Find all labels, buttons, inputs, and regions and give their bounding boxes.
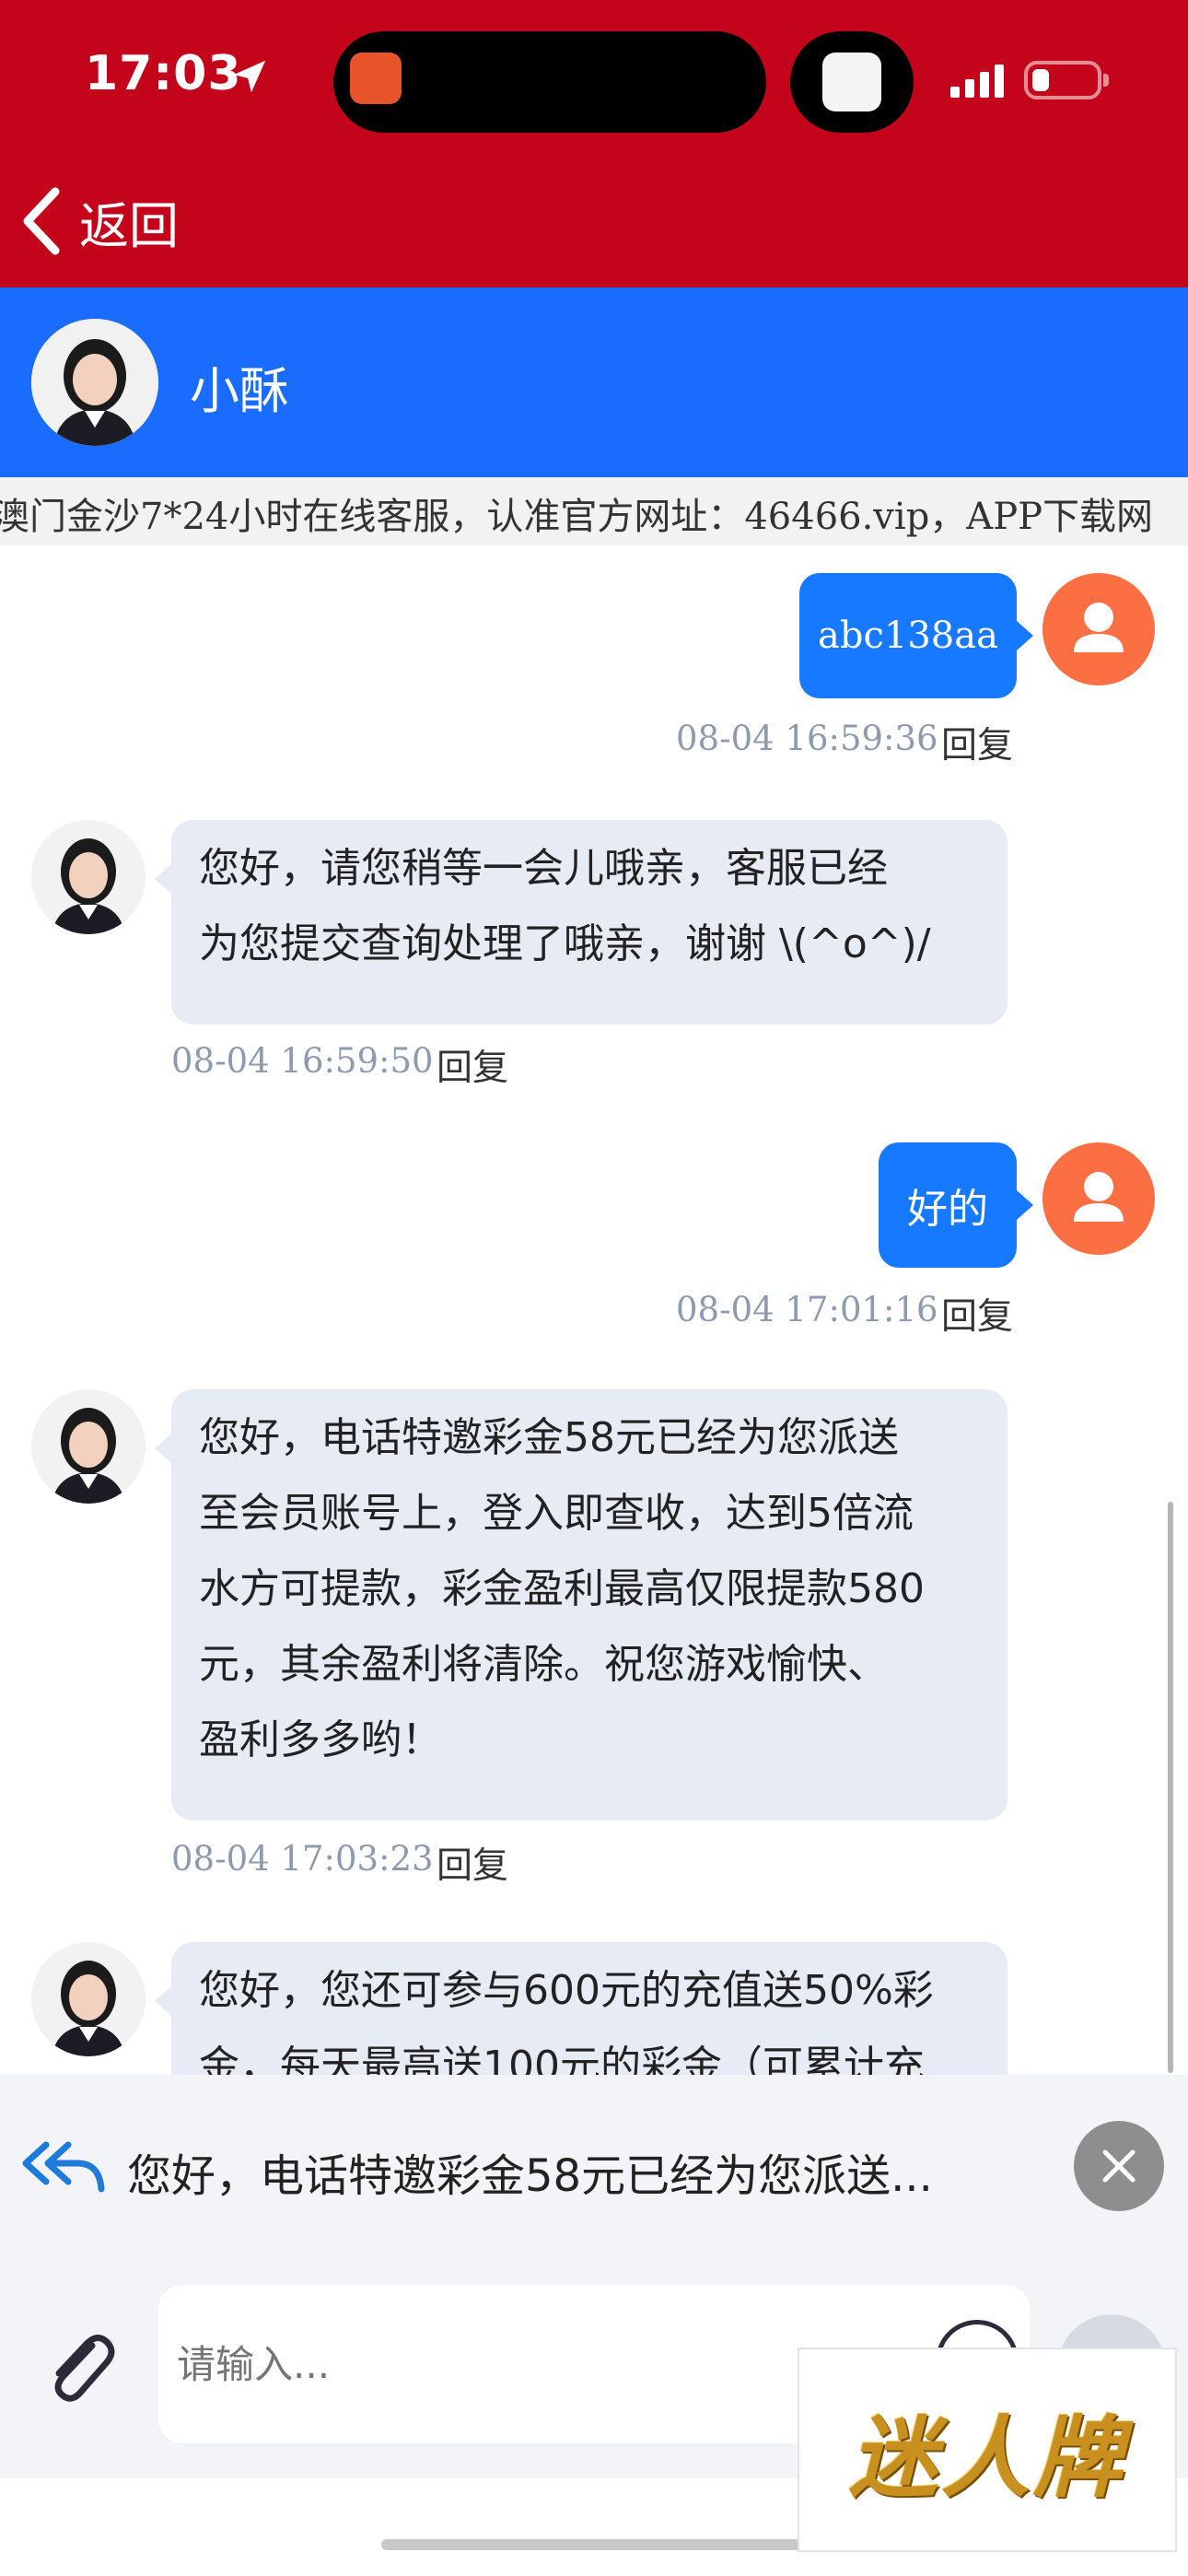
- announcement-marquee: 澳门金沙7*24小时在线客服，认准官方网址：46466.vip，APP下载网: [0, 477, 1188, 545]
- bubble-tail: [155, 1434, 171, 1463]
- reply-preview-text: 您好，电话特邀彩金58元已经为您派送...: [127, 2150, 933, 2202]
- message-bubble-incoming[interactable]: 您好，电话特邀彩金58元已经为您派送 至会员账号上，登入即查收，达到5倍流 水方…: [171, 1389, 1007, 1821]
- user-avatar: [1042, 573, 1155, 685]
- bubble-tail: [1017, 1190, 1033, 1220]
- bubble-tail: [155, 1986, 171, 2016]
- live-activity-app-icon-2: [822, 53, 881, 111]
- back-button[interactable]: 返回: [18, 175, 179, 267]
- location-arrow-icon: [233, 60, 266, 93]
- watermark-text: 迷人牌: [849, 2406, 1125, 2510]
- message-time: 08-04 17:01:16: [676, 1290, 938, 1329]
- scrollbar[interactable]: [1168, 1502, 1173, 2073]
- bubble-tail: [155, 864, 171, 894]
- back-label: 返回: [79, 196, 179, 255]
- cellular-signal-icon: [950, 64, 1004, 98]
- reply-button[interactable]: 回复: [941, 717, 1013, 768]
- battery-tip: [1103, 74, 1109, 87]
- agent-name: 小酥: [190, 362, 289, 420]
- announcement-text: 澳门金沙7*24小时在线客服，认准官方网址：46466.vip，APP下载网: [0, 496, 1154, 538]
- message-bubble-incoming[interactable]: 您好，请您稍等一会儿哦亲，客服已经 为您提交查询处理了哦亲，谢谢 \(^o^)/: [171, 820, 1007, 1025]
- reply-button[interactable]: 回复: [941, 1288, 1013, 1340]
- agent-header: [0, 287, 1188, 477]
- chat-screen: 17:03 返回 小酥 澳门金沙7*24小时在线客服，认准官方网址：46466.…: [0, 0, 1188, 2576]
- agent-message-avatar: [31, 820, 146, 934]
- agent-avatar: [31, 319, 158, 446]
- message-bubble-outgoing[interactable]: 好的: [879, 1142, 1017, 1268]
- reply-button[interactable]: 回复: [437, 1837, 508, 1889]
- user-avatar: [1042, 1142, 1155, 1255]
- message-text: 好的: [907, 1186, 988, 1233]
- user-person-icon: [1074, 1172, 1124, 1222]
- message-text: abc138aa: [818, 615, 998, 657]
- message-list[interactable]: abc138aa 08-04 16:59:36 回复 您好，请您稍等一会儿哦亲，…: [0, 545, 1188, 2075]
- message-bubble-incoming[interactable]: 您好，您还可参与600元的充值送50%彩 金，每天最高送100元的彩金（可累计充: [171, 1942, 1007, 2075]
- user-person-icon: [1074, 603, 1124, 652]
- status-time: 17:03: [85, 46, 242, 101]
- battery-icon: [1024, 61, 1101, 100]
- agent-message-avatar: [31, 1942, 146, 2056]
- close-reply-button[interactable]: [1074, 2121, 1164, 2211]
- reply-all-icon: [22, 2141, 105, 2193]
- close-icon: [1102, 2149, 1136, 2183]
- home-indicator[interactable]: [381, 2539, 807, 2550]
- paperclip-icon[interactable]: [35, 2324, 123, 2412]
- bubble-tail: [1017, 621, 1033, 650]
- chevron-left-icon: [23, 187, 60, 255]
- message-time: 08-04 17:03:23: [171, 1839, 434, 1879]
- agent-message-avatar: [31, 1389, 146, 1504]
- message-time: 08-04 16:59:36: [676, 719, 938, 758]
- live-activity-app-icon: [350, 53, 402, 104]
- watermark-logo: 迷人牌: [798, 2348, 1177, 2552]
- message-bubble-outgoing[interactable]: abc138aa: [799, 573, 1017, 698]
- message-time: 08-04 16:59:50: [171, 1041, 434, 1081]
- reply-button[interactable]: 回复: [437, 1039, 508, 1091]
